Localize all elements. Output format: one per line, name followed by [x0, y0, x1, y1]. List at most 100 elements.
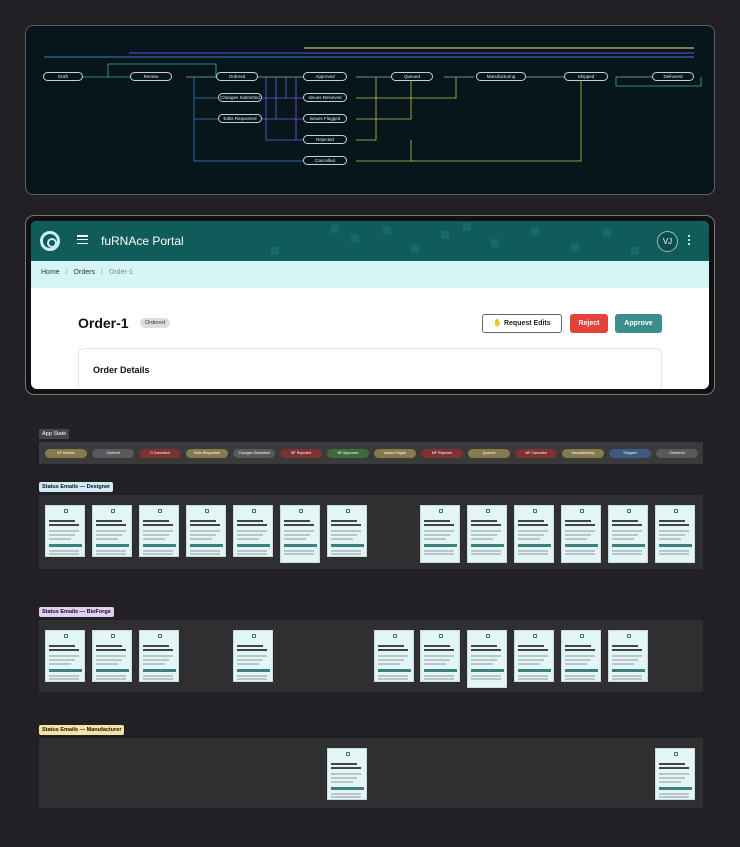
email-logo-icon — [580, 634, 584, 638]
email-preview-thumbnail[interactable] — [92, 630, 132, 682]
flow-node-issues-flagged: Issues Flagged — [303, 114, 347, 123]
flow-connectors — [44, 47, 702, 162]
status-badge: Ordered — [140, 318, 171, 328]
email-preview-thumbnail[interactable] — [186, 505, 226, 557]
email-logo-icon — [64, 634, 68, 638]
email-preview-thumbnail[interactable] — [514, 505, 554, 563]
app-state-pill[interactable]: BF Review — [45, 449, 87, 458]
flow-node-delivered: Delivered — [652, 72, 694, 81]
portal-window: fuRNAce Portal VJ Home / Orders / Order-… — [25, 215, 715, 395]
app-state-pill[interactable]: Manufacturing — [562, 449, 604, 458]
email-preview-thumbnail[interactable] — [561, 505, 601, 563]
bioforge-emails-label: Status Emails — BioForge — [39, 607, 114, 617]
flow-node-rejected: Rejected — [303, 135, 347, 144]
email-preview-thumbnail[interactable] — [514, 630, 554, 682]
email-logo-icon — [158, 634, 162, 638]
email-preview-thumbnail[interactable] — [608, 630, 648, 682]
email-preview-thumbnail[interactable] — [420, 630, 460, 682]
email-logo-icon — [111, 509, 115, 513]
user-avatar[interactable]: VJ — [657, 231, 678, 252]
reject-button[interactable]: Reject — [570, 314, 608, 333]
breadcrumb-current: Order-1 — [108, 269, 133, 276]
app-state-pill[interactable]: MF Rejected — [421, 449, 463, 458]
flow-node-issues-resolved: Issues Resolved — [303, 93, 347, 102]
breadcrumb-home[interactable]: Home — [41, 269, 60, 276]
hand-icon: ✋ — [493, 320, 503, 327]
email-logo-icon — [299, 509, 303, 513]
email-logo-icon — [393, 634, 397, 638]
email-logo-icon — [346, 509, 350, 513]
flow-node-edits-requested: Edits Requested — [218, 114, 262, 123]
app-state-pill[interactable]: Edits Requested — [186, 449, 228, 458]
email-preview-thumbnail[interactable] — [280, 505, 320, 563]
manufacturer-emails-label: Status Emails — Manufacturer — [39, 725, 125, 735]
breadcrumb: Home / Orders / Order-1 — [31, 261, 709, 288]
email-preview-thumbnail[interactable] — [655, 505, 695, 563]
email-logo-icon — [158, 509, 162, 513]
hamburger-menu-icon[interactable] — [77, 235, 88, 245]
app-state-pill[interactable]: MF Canceled — [515, 449, 557, 458]
email-preview-thumbnail[interactable] — [45, 505, 85, 557]
email-logo-icon — [627, 634, 631, 638]
email-preview-thumbnail[interactable] — [374, 630, 414, 682]
manufacturer-emails-row — [39, 738, 703, 808]
email-logo-icon — [533, 509, 537, 513]
email-preview-thumbnail[interactable] — [45, 630, 85, 682]
app-state-pill[interactable]: Queued — [468, 449, 510, 458]
app-state-label: App State — [39, 429, 70, 439]
designer-emails-row — [39, 495, 703, 569]
flow-node-changes-submitted: Changes Submitted — [218, 93, 262, 102]
email-logo-icon — [580, 509, 584, 513]
app-state-pill[interactable]: BF Approved — [327, 449, 369, 458]
email-preview-thumbnail[interactable] — [92, 505, 132, 557]
page-title: Order-1 — [78, 315, 129, 331]
flow-node-queued: Queued — [391, 72, 433, 81]
email-logo-icon — [627, 509, 631, 513]
email-logo-icon — [252, 634, 256, 638]
email-logo-icon — [674, 752, 678, 756]
app-state-pill[interactable]: Shipped — [609, 449, 651, 458]
state-flow-diagram: Draft Review Ordered Approved Queued Man… — [25, 25, 715, 195]
app-state-pill[interactable]: Delivered — [656, 449, 698, 458]
flow-node-ordered: Ordered — [216, 72, 258, 81]
designer-emails-label: Status Emails — Designer — [39, 482, 114, 492]
email-logo-icon — [674, 509, 678, 513]
email-preview-thumbnail[interactable] — [139, 505, 179, 557]
order-details-card: Order Details — [78, 348, 662, 389]
email-logo-icon — [486, 634, 490, 638]
email-preview-thumbnail[interactable] — [467, 630, 507, 688]
email-preview-thumbnail[interactable] — [467, 505, 507, 563]
email-preview-thumbnail[interactable] — [655, 748, 695, 800]
portal-page: fuRNAce Portal VJ Home / Orders / Order-… — [31, 221, 709, 389]
approve-button[interactable]: Approve — [615, 314, 662, 333]
app-state-pill[interactable]: Issues Flaged — [374, 449, 416, 458]
breadcrumb-orders[interactable]: Orders — [74, 269, 95, 276]
email-preview-thumbnail[interactable] — [420, 505, 460, 563]
app-state-pill[interactable]: D Cancelled — [139, 449, 181, 458]
email-preview-thumbnail[interactable] — [327, 748, 367, 800]
email-logo-icon — [486, 509, 490, 513]
email-preview-thumbnail[interactable] — [327, 505, 367, 557]
email-logo-icon — [64, 509, 68, 513]
email-preview-thumbnail[interactable] — [139, 630, 179, 682]
flow-node-manufacturing: Manufacturing — [476, 72, 526, 81]
app-title: fuRNAce Portal — [101, 234, 184, 248]
email-logo-icon — [252, 509, 256, 513]
card-title: Order Details — [93, 365, 150, 375]
email-preview-thumbnail[interactable] — [233, 505, 273, 557]
email-preview-thumbnail[interactable] — [233, 630, 273, 682]
app-state-pill[interactable]: Ordered — [92, 449, 134, 458]
email-logo-icon — [111, 634, 115, 638]
request-edits-button[interactable]: ✋ Request Edits — [482, 314, 562, 333]
app-header: fuRNAce Portal VJ — [31, 221, 709, 261]
app-state-pill[interactable]: BF Rejected — [280, 449, 322, 458]
more-options-icon[interactable] — [688, 235, 692, 247]
email-logo-icon — [346, 752, 350, 756]
email-preview-thumbnail[interactable] — [608, 505, 648, 563]
email-preview-thumbnail[interactable] — [561, 630, 601, 682]
app-state-pill[interactable]: Changes Submitted — [233, 449, 275, 458]
flow-node-approved: Approved — [303, 72, 347, 81]
email-logo-icon — [533, 634, 537, 638]
email-logo-icon — [205, 509, 209, 513]
portal-logo-icon — [40, 231, 60, 251]
